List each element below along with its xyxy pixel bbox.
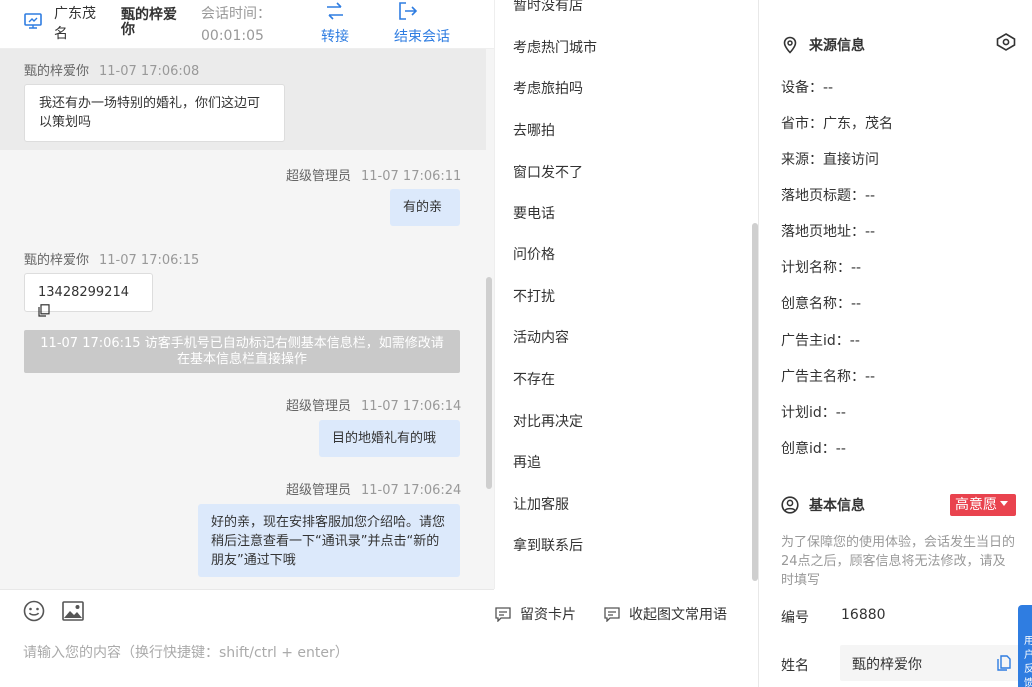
exit-icon	[399, 2, 418, 20]
message-bubble: 我还有办一场特别的婚礼，你们这边可以策划吗	[24, 84, 285, 142]
source-field: 创意名称：--	[781, 296, 862, 312]
name-field[interactable]: 甄的梓爱你	[840, 645, 1020, 681]
id-value: 16880	[841, 607, 886, 623]
caret-down-icon	[1000, 501, 1008, 506]
source-field: 广告主id：--	[781, 333, 860, 349]
source-field: 设备：--	[781, 80, 834, 96]
system-notice: 11-07 17:06:15 访客手机号已自动标记右侧基本信息栏，如需修改请在基…	[24, 330, 460, 373]
quick-reply-item[interactable]: 暂时没有店	[513, 0, 583, 15]
quick-reply-item[interactable]: 去哪拍	[513, 120, 555, 140]
message-input[interactable]: 请输入您的内容（换行快捷键：shift/ctrl + enter）	[23, 642, 349, 662]
visitor-name: 甄的梓爱你	[121, 7, 177, 38]
message-meta: 超级管理员 11-07 17:06:24	[286, 479, 461, 498]
monitor-icon	[24, 13, 42, 29]
visitor-location: 广东茂名	[54, 6, 96, 42]
quick-reply-item[interactable]: 考虑旅拍吗	[513, 78, 583, 98]
card-icon	[495, 606, 511, 622]
source-info-header: 来源信息	[781, 35, 865, 55]
chat-input-area: 请输入您的内容（换行快捷键：shift/ctrl + enter）	[0, 589, 494, 687]
chat-scrollbar[interactable]	[486, 277, 492, 489]
copy-icon[interactable]	[38, 304, 50, 317]
chat-panel: 广东茂名 甄的梓爱你 会话时间： 00:01:05 转接 结束会话 甄的梓爱你 1…	[0, 0, 494, 687]
quick-reply-item[interactable]: 让加客服	[513, 494, 569, 514]
source-field: 计划id：--	[781, 405, 846, 421]
session-time-value: 00:01:05	[201, 28, 264, 44]
message-time: 11-07 17:06:11	[361, 169, 462, 184]
source-field: 创意id：--	[781, 441, 846, 457]
name-label: 姓名	[781, 658, 809, 674]
quick-reply-item[interactable]: 不打扰	[513, 286, 555, 306]
sender-name: 超级管理员	[286, 483, 352, 498]
source-field: 落地页标题：--	[781, 188, 876, 204]
source-info-title: 来源信息	[809, 38, 865, 54]
transfer-label: 转接	[321, 29, 349, 45]
location-pin-icon	[783, 36, 797, 54]
quick-reply-item[interactable]: 拿到联系后	[513, 535, 583, 555]
transfer-icon	[327, 2, 343, 20]
feedback-tab[interactable]: 用户反馈	[1018, 605, 1032, 687]
quick-tools-bar: 留资卡片 收起图文常用语	[494, 589, 758, 639]
source-field: 广告主名称：--	[781, 369, 876, 385]
edit-deadline-note: 为了保障您的使用体验，会话发生当日的24点之后，顾客信息将无法修改，请及时填写	[781, 535, 1016, 588]
collapse-phrases-label: 收起图文常用语	[629, 607, 727, 623]
session-time: 会话时间： 00:01:05	[201, 3, 271, 47]
sender-name: 超级管理员	[286, 399, 352, 414]
message-time: 11-07 17:06:15	[99, 253, 200, 268]
message-bubble: 目的地婚礼有的哦	[319, 420, 460, 457]
transfer-button[interactable]: 转接	[321, 2, 349, 46]
image-icon[interactable]	[62, 601, 84, 621]
source-field: 省市：广东，茂名	[781, 116, 893, 132]
quick-reply-item[interactable]: 要电话	[513, 203, 555, 223]
id-label: 编号	[781, 610, 809, 626]
source-field: 来源：直接访问	[781, 152, 879, 168]
message-meta: 甄的梓爱你 11-07 17:06:15	[24, 249, 199, 268]
quick-reply-item[interactable]: 对比再决定	[513, 411, 583, 431]
chat-header: 广东茂名 甄的梓爱你 会话时间： 00:01:05 转接 结束会话	[0, 0, 494, 49]
phone-number: 13428299214	[38, 285, 129, 300]
basic-info-title: 基本信息	[809, 498, 865, 514]
collapse-phrases-button[interactable]: 收起图文常用语	[604, 604, 727, 624]
emoji-icon[interactable]	[23, 600, 45, 622]
message-list[interactable]: 甄的梓爱你 11-07 17:06:08 我还有办一场特别的婚礼，你们这边可以策划…	[0, 49, 494, 589]
message-time: 11-07 17:06:08	[99, 64, 200, 79]
sender-name: 甄的梓爱你	[24, 253, 90, 268]
end-session-button[interactable]: 结束会话	[394, 2, 450, 46]
intent-label: 高意愿	[955, 497, 997, 513]
copy-icon[interactable]	[997, 655, 1011, 671]
quick-reply-panel: 暂时没有店 考虑热门城市 考虑旅拍吗 去哪拍 窗口发不了 要电话 问价格 不打扰…	[494, 0, 758, 589]
end-session-label: 结束会话	[394, 29, 450, 45]
source-field: 计划名称：--	[781, 260, 862, 276]
quick-reply-item[interactable]: 问价格	[513, 244, 555, 264]
message-meta: 超级管理员 11-07 17:06:14	[286, 395, 461, 414]
basic-info-header: 基本信息	[781, 495, 865, 515]
intent-dropdown[interactable]: 高意愿	[950, 494, 1016, 516]
user-circle-icon	[781, 496, 799, 514]
message-bubble: 有的亲	[390, 189, 460, 226]
lead-card-label: 留资卡片	[520, 607, 576, 623]
eye-icon[interactable]	[996, 33, 1016, 51]
phone-bubble: 13428299214	[24, 273, 153, 317]
quick-reply-item[interactable]: 不存在	[513, 369, 555, 389]
source-field: 落地页地址：--	[781, 224, 876, 240]
quick-reply-item[interactable]: 考虑热门城市	[513, 37, 597, 57]
message-time: 11-07 17:06:14	[361, 399, 462, 414]
quick-reply-item[interactable]: 活动内容	[513, 327, 569, 347]
customer-info-panel: 来源信息 设备：-- 省市：广东，茂名 来源：直接访问 落地页标题：-- 落地页…	[758, 0, 1032, 687]
quick-reply-item[interactable]: 窗口发不了	[513, 162, 583, 182]
lead-card-button[interactable]: 留资卡片	[495, 604, 576, 624]
sender-name: 甄的梓爱你	[24, 64, 90, 79]
sender-name: 超级管理员	[286, 169, 352, 184]
session-time-label: 会话时间：	[201, 6, 271, 22]
message-time: 11-07 17:06:24	[361, 483, 462, 498]
phrases-icon	[604, 606, 620, 622]
message-bubble: 好的亲，现在安排客服加您介绍哈。请您稍后注意查看一下“通讯录”并点击“新的朋友”…	[198, 504, 460, 577]
quick-reply-item[interactable]: 再追	[513, 452, 541, 472]
message-meta: 甄的梓爱你 11-07 17:06:08	[24, 60, 199, 79]
name-value: 甄的梓爱你	[852, 657, 922, 673]
message-meta: 超级管理员 11-07 17:06:11	[286, 165, 461, 184]
